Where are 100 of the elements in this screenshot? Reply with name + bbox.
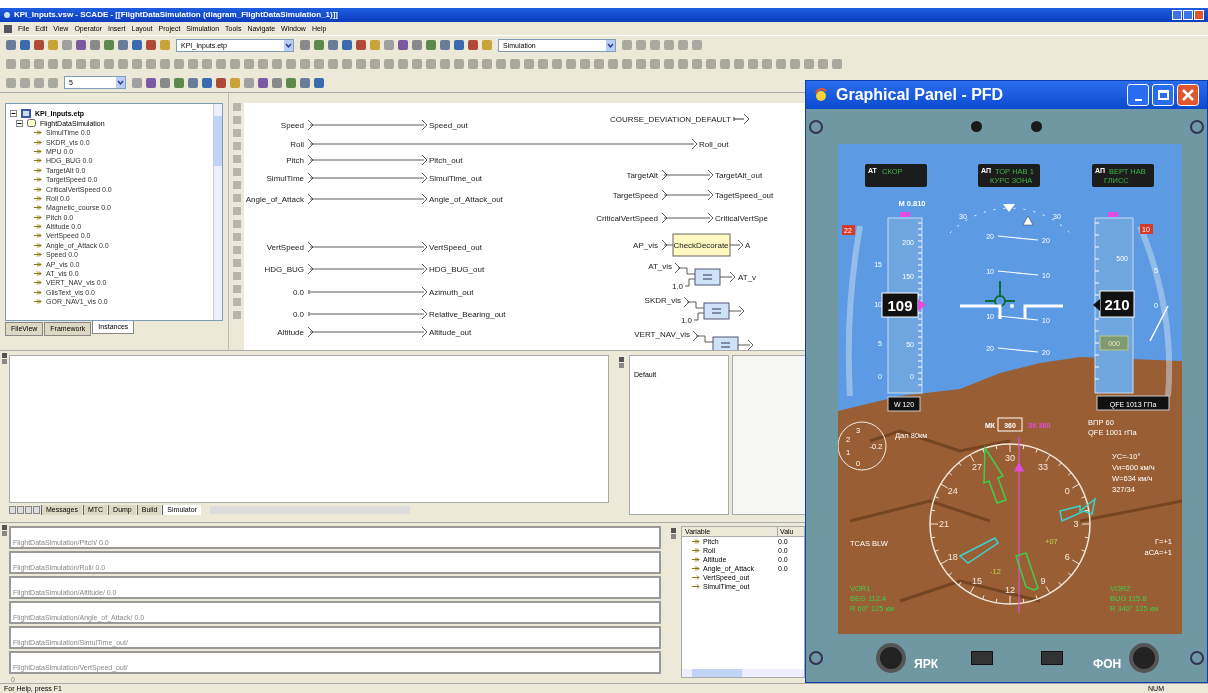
tool-icon[interactable] [566,58,576,69]
tool-icon[interactable] [678,58,688,69]
tool-icon[interactable] [34,77,44,88]
equals-block-icon[interactable] [712,336,739,350]
tool-icon[interactable] [314,58,324,69]
maximize-button[interactable] [1152,84,1174,106]
tool-icon[interactable] [188,77,198,88]
close-icon[interactable] [2,353,7,358]
tool-icon[interactable] [146,58,156,69]
tool-icon[interactable] [608,58,618,69]
tool-icon[interactable] [384,58,394,69]
minimize-button[interactable] [1127,84,1149,106]
scrollbar[interactable] [682,669,804,677]
tool-icon[interactable] [48,77,58,88]
tool-icon[interactable] [244,58,254,69]
tool-icon[interactable] [426,58,436,69]
tool-icon[interactable] [342,58,352,69]
indicator-lamp[interactable] [1040,651,1063,665]
tool-icon[interactable] [300,58,310,69]
tool-icon[interactable] [132,58,142,69]
tool-icon[interactable] [20,58,30,69]
tool-icon[interactable] [804,58,814,69]
tool-icon[interactable] [202,58,212,69]
tool-icon[interactable] [76,58,86,69]
tool-icon[interactable] [6,77,16,88]
tool-icon[interactable] [258,77,268,88]
tool-icon[interactable] [188,58,198,69]
tool-icon[interactable] [230,58,240,69]
tool-icon[interactable] [244,77,254,88]
tool-icon[interactable] [748,58,758,69]
tool-icon[interactable] [118,58,128,69]
tool-icon[interactable] [20,77,30,88]
tool-icon[interactable] [412,58,422,69]
expand-collapse-icon[interactable] [16,119,23,127]
tool-icon[interactable] [328,58,338,69]
tool-icon[interactable] [34,58,44,69]
tool-icon[interactable] [622,58,632,69]
tool-icon[interactable] [734,58,744,69]
tool-icon[interactable] [664,58,674,69]
tool-icon[interactable] [468,58,478,69]
tool-icon[interactable] [174,58,184,69]
maximize-button[interactable] [1183,10,1193,20]
operator-block[interactable] [672,233,731,257]
tool-icon[interactable] [454,58,464,69]
tool-icon[interactable] [706,58,716,69]
tool-icon[interactable] [286,77,296,88]
tool-icon[interactable] [272,77,282,88]
scrollbar[interactable] [213,104,222,320]
tool-icon[interactable] [818,58,828,69]
tool-icon[interactable] [440,58,450,69]
tool-icon[interactable] [48,58,58,69]
tool-icon[interactable] [174,77,184,88]
tool-icon[interactable] [160,58,170,69]
tool-icon[interactable] [132,77,142,88]
tool-icon[interactable] [832,58,842,69]
close-icon[interactable] [2,525,7,530]
tool-icon[interactable] [650,58,660,69]
indicator-lamp[interactable] [970,651,993,665]
tool-icon[interactable] [776,58,786,69]
tool-icon[interactable] [216,58,226,69]
tool-icon[interactable] [496,58,506,69]
pin-icon[interactable] [671,534,676,539]
tool-icon[interactable] [762,58,772,69]
expand-collapse-icon[interactable] [10,109,17,117]
tool-icon[interactable] [356,58,366,69]
tool-icon[interactable] [286,58,296,69]
pin-icon[interactable] [2,531,7,536]
tool-icon[interactable] [538,58,548,69]
tool-icon[interactable] [790,58,800,69]
tool-icon[interactable] [720,58,730,69]
tool-icon[interactable] [272,58,282,69]
tool-icon[interactable] [552,58,562,69]
tool-icon[interactable] [594,58,604,69]
equals-block-icon[interactable] [703,302,730,320]
tool-icon[interactable] [90,58,100,69]
equals-block-icon[interactable] [694,268,721,286]
close-button[interactable] [1194,10,1204,20]
close-icon[interactable] [619,357,624,362]
tool-icon[interactable] [510,58,520,69]
tool-icon[interactable] [524,58,534,69]
tool-icon[interactable] [580,58,590,69]
knob[interactable] [876,643,906,673]
pin-icon[interactable] [619,363,624,368]
tool-icon[interactable] [146,77,156,88]
pin-icon[interactable] [2,359,7,364]
tool-icon[interactable] [300,77,310,88]
minimize-button[interactable] [1172,10,1182,20]
tool-icon[interactable] [104,58,114,69]
tool-icon[interactable] [692,58,702,69]
tool-icon[interactable] [258,58,268,69]
tool-icon[interactable] [636,58,646,69]
tool-icon[interactable] [398,58,408,69]
tool-icon[interactable] [482,58,492,69]
tool-icon[interactable] [216,77,226,88]
close-button[interactable] [1177,84,1199,106]
close-icon[interactable] [671,528,676,533]
tool-icon[interactable] [314,77,324,88]
tool-icon[interactable] [6,58,16,69]
knob[interactable] [1129,643,1160,673]
tool-icon[interactable] [62,58,72,69]
